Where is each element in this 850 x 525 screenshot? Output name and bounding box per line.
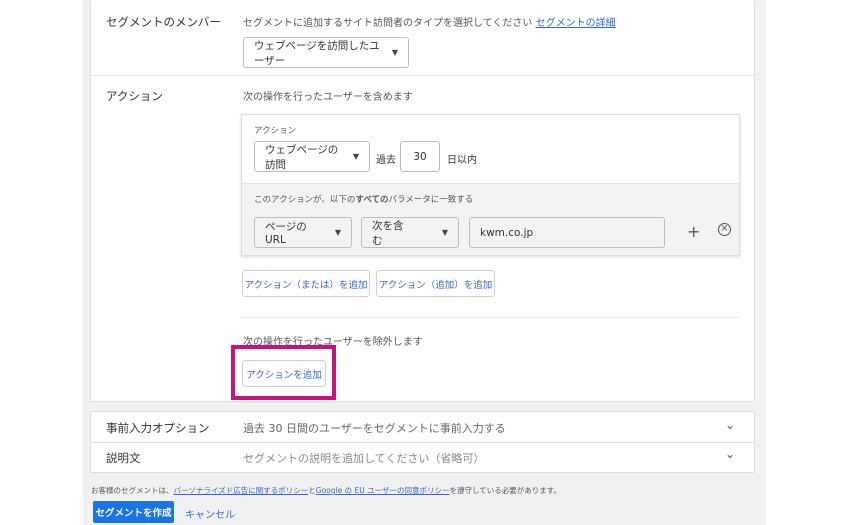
segment-form-card: セグメントのメンバー セグメントに追加するサイト訪問者のタイプを選択してください… (90, 0, 755, 402)
personalized-ads-policy-link[interactable]: パーソナライズド広告に関するポリシー (174, 486, 309, 495)
event-select[interactable]: ウェブページの訪問 ▼ (254, 141, 370, 172)
eu-consent-policy-link[interactable]: Google の EU ユーザーの同意ポリシー (316, 486, 450, 495)
chevron-down-icon[interactable]: ⌄ (725, 418, 735, 432)
prefill-row[interactable]: 事前入力オプション 過去 30 日間のユーザーをセグメントに事前入力する ⌄ (90, 411, 755, 443)
add-action-and-button[interactable]: アクション（追加）を追加 (376, 270, 495, 297)
segment-members-label: セグメントのメンバー (106, 15, 221, 29)
description-row[interactable]: 説明文 セグメントの説明を追加してください（省略可） ⌄ (90, 443, 755, 473)
parameter-operator-select[interactable]: 次を含む ▼ (361, 217, 459, 248)
divider (241, 317, 739, 318)
cancel-button[interactable]: キャンセル (185, 506, 235, 521)
action-label: アクション (106, 89, 163, 103)
chevron-down-icon: ▼ (441, 228, 448, 237)
action-box-title: アクション (254, 126, 297, 136)
days-input[interactable]: 30 (400, 141, 440, 172)
include-users-text: 次の操作を行ったユーザーを含めます (243, 92, 413, 103)
prefill-label: 事前入力オプション (106, 421, 210, 435)
create-segment-button[interactable]: セグメントを作成 (93, 501, 174, 523)
parameter-section: このアクションが、以下のすべてのパラメータに一致する ページの URL ▼ 次を… (242, 183, 739, 255)
past-label: 過去 (376, 155, 396, 166)
parameter-match-text: このアクションが、以下のすべてのパラメータに一致する (254, 195, 474, 205)
action-box: アクション ウェブページの訪問 ▼ 過去 30 日以内 このアクションが、以下の… (241, 114, 740, 256)
policy-notice: お客様のセグメントは、パーソナライズド広告に関するポリシーとGoogle の E… (91, 486, 561, 495)
chevron-down-icon: ▼ (334, 228, 341, 237)
description-label: 説明文 (106, 451, 141, 465)
add-exclude-action-button[interactable]: アクションを追加 (242, 360, 326, 387)
divider (91, 75, 754, 76)
chevron-down-icon: ▼ (391, 48, 398, 57)
plus-icon[interactable]: + (687, 222, 700, 241)
parameter-field-select[interactable]: ページの URL ▼ (254, 217, 352, 248)
add-action-or-button[interactable]: アクション（または）を追加 (242, 270, 370, 297)
segment-members-select[interactable]: ウェブページを訪問したユーザー ▼ (243, 37, 409, 68)
chevron-down-icon: ▼ (352, 152, 359, 161)
remove-circle-icon[interactable]: × (718, 223, 731, 236)
days-suffix: 日以内 (447, 155, 477, 166)
segment-members-description: セグメントに追加するサイト訪問者のタイプを選択してください セグメントの詳細 (243, 18, 616, 29)
prefill-text: 過去 30 日間のユーザーをセグメントに事前入力する (243, 422, 506, 435)
description-placeholder: セグメントの説明を追加してください（省略可） (243, 452, 485, 465)
segment-details-link[interactable]: セグメントの詳細 (536, 18, 616, 29)
chevron-down-icon[interactable]: ⌄ (725, 447, 735, 461)
parameter-value-input[interactable]: kwm.co.jp (469, 217, 665, 248)
